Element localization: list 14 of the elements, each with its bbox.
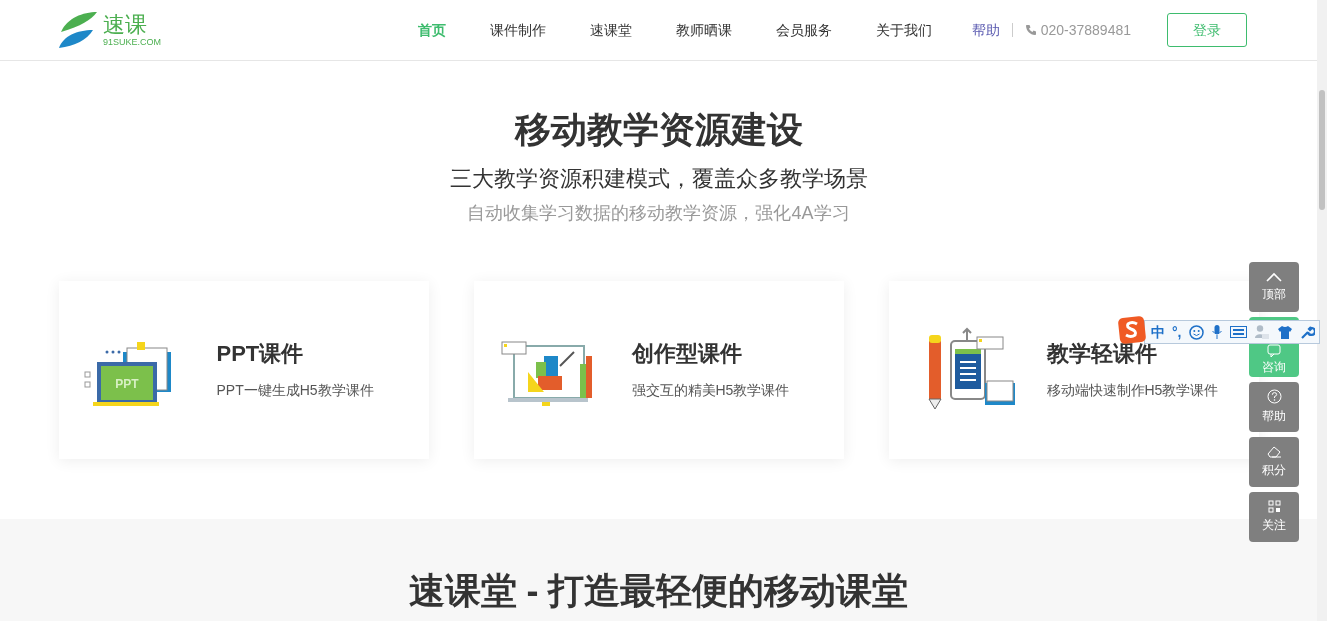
card-description: 移动端快速制作H5教学课件 xyxy=(1046,380,1219,400)
card-description: PPT一键生成H5教学课件 xyxy=(216,380,374,400)
section-note: 自动收集学习数据的移动教学资源，强化4A学习 xyxy=(467,202,850,225)
card-title: 创作型课件 xyxy=(631,339,743,368)
section-subtitle: 三大教学资源积建模式，覆盖众多教学场景 xyxy=(449,165,868,193)
logo-domain: 91SUKE.COM xyxy=(103,37,162,47)
phone-number: 020-37889481 xyxy=(1040,20,1131,40)
section-title: 速课堂 - 打造最轻便的移动课堂 xyxy=(408,569,909,613)
chalkboard-drawing: PPT xyxy=(82,332,189,408)
card-title: 教学轻课件 xyxy=(1046,339,1158,368)
logo-name: 速课 xyxy=(103,13,148,37)
card-title: PPT课件 xyxy=(216,339,305,368)
card-description: 强交互的精美H5教学课件 xyxy=(631,380,790,400)
section-title: 移动教学资源建设 xyxy=(514,108,803,152)
